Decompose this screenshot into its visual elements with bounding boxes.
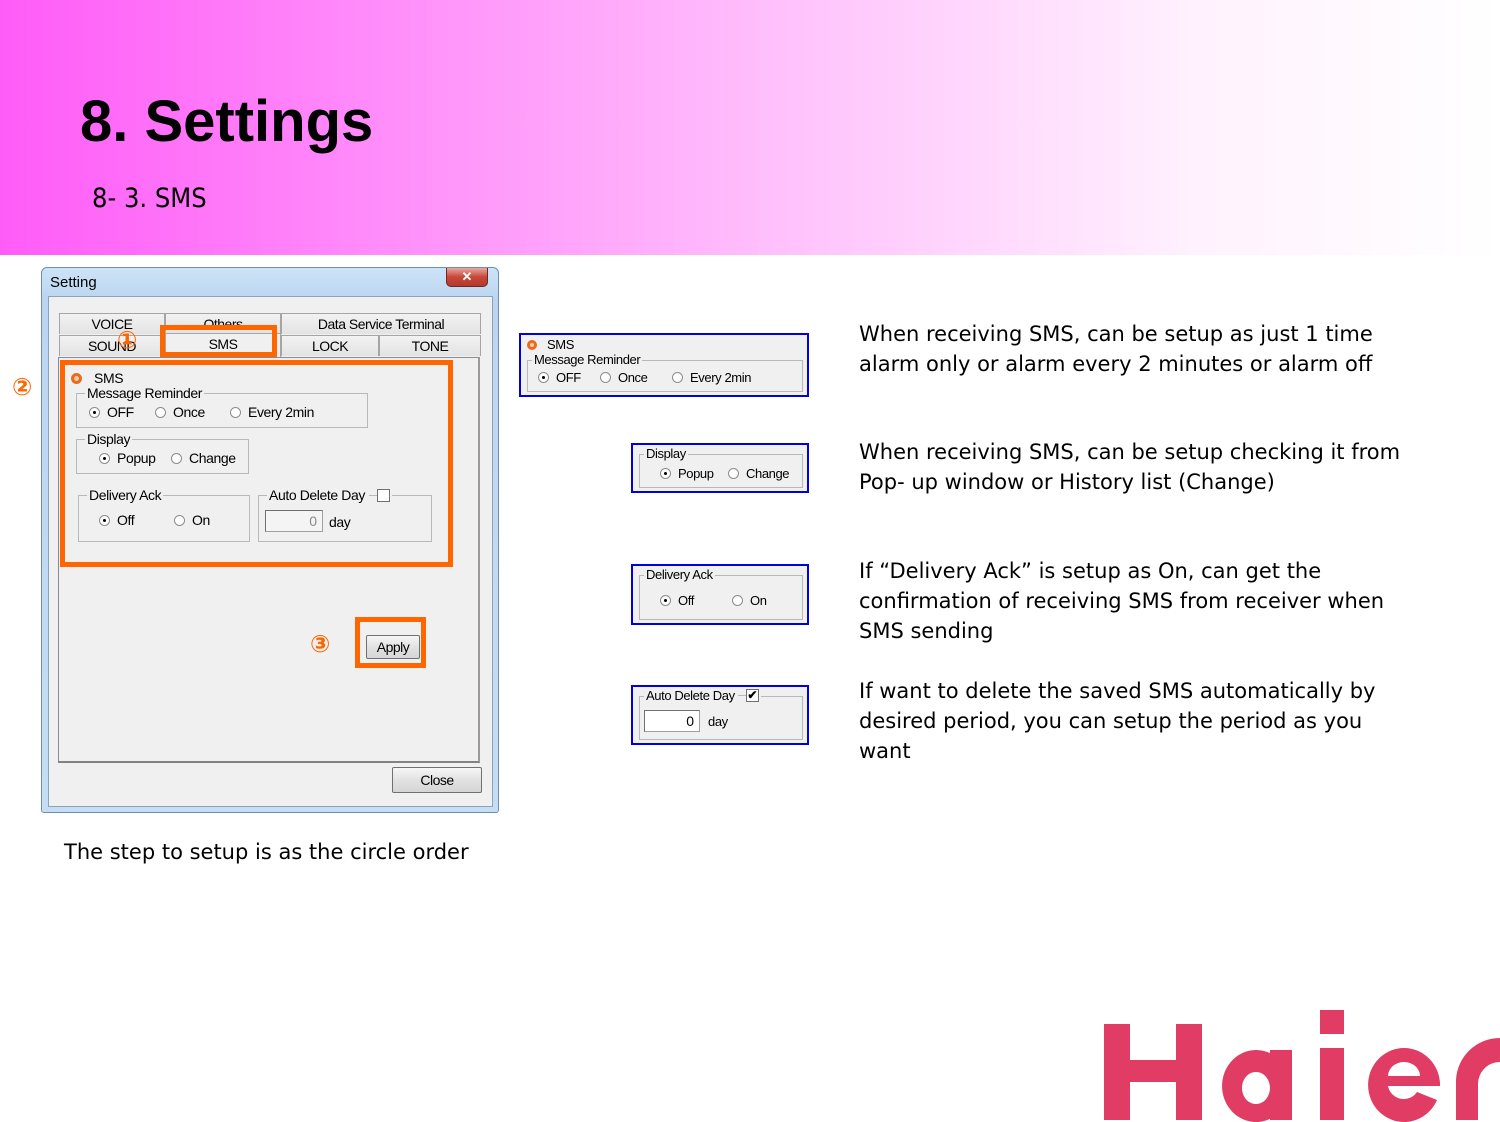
step3-marker: ③ bbox=[310, 630, 331, 658]
haier-logo bbox=[1104, 1010, 1500, 1122]
callout-reminder-off-radio[interactable]: OFF bbox=[538, 370, 581, 385]
callout-reminder-once-radio[interactable]: Once bbox=[600, 370, 648, 385]
option-label: Change bbox=[746, 466, 790, 481]
callout-delivery-ack-group: Delivery Ack Off On bbox=[639, 567, 803, 620]
callout-reminder-every2min-radio[interactable]: Every 2min bbox=[672, 370, 751, 385]
logo-a-stem bbox=[1270, 1050, 1292, 1120]
radio-icon bbox=[732, 595, 743, 606]
logo-e bbox=[1368, 1048, 1441, 1122]
slide-subtitle: 8- 3. SMS bbox=[92, 183, 207, 214]
callout-sms-text: SMS bbox=[547, 337, 574, 352]
step2-marker: ② bbox=[12, 373, 33, 401]
callout-delivery-ack-legend: Delivery Ack bbox=[644, 567, 715, 582]
step1-marker: ① bbox=[117, 326, 138, 354]
legend-line bbox=[737, 695, 746, 696]
option-label: Every 2min bbox=[690, 370, 752, 385]
radio-selected-icon bbox=[660, 595, 671, 606]
callout-display-popup-radio[interactable]: Popup bbox=[660, 466, 714, 481]
radio-selected-icon bbox=[660, 468, 671, 479]
radio-icon bbox=[728, 468, 739, 479]
callout-reminder-legend: Message Reminder bbox=[532, 352, 643, 367]
callout-message-reminder: SMS Message Reminder OFF Once Every 2min bbox=[519, 333, 809, 397]
callout-display-group: Display Popup Change bbox=[639, 446, 803, 488]
description-display: When receiving SMS, can be setup checkin… bbox=[859, 440, 1401, 494]
close-x-icon[interactable]: ✕ bbox=[446, 268, 488, 287]
callout-auto-delete-checkbox[interactable]: ✔ bbox=[745, 689, 759, 702]
option-label: Popup bbox=[678, 466, 714, 481]
step3-highlight bbox=[355, 617, 426, 668]
callout-auto-delete-group: Auto Delete Day ✔ 0 day bbox=[639, 688, 803, 740]
callout-display: Display Popup Change bbox=[631, 443, 809, 493]
callout-day-unit-label: day bbox=[708, 714, 728, 729]
setup-step-note: The step to setup is as the circle order bbox=[64, 840, 469, 864]
tab-sound[interactable]: SOUND bbox=[59, 335, 165, 356]
description-message-reminder: When receiving SMS, can be setup as just… bbox=[859, 322, 1373, 376]
callout-reminder-group: Message Reminder OFF Once Every 2min bbox=[527, 352, 803, 392]
callout-auto-delete: Auto Delete Day ✔ 0 day bbox=[631, 685, 809, 745]
callout-display-legend: Display bbox=[644, 446, 688, 461]
callout-display-change-radio[interactable]: Change bbox=[728, 466, 790, 481]
option-label: OFF bbox=[556, 370, 581, 385]
tab-data-service-terminal[interactable]: Data Service Terminal bbox=[281, 313, 481, 334]
callout-delivery-ack-on-radio[interactable]: On bbox=[732, 593, 767, 608]
slide-title: 8. Settings bbox=[80, 89, 374, 154]
step1-highlight bbox=[160, 325, 277, 357]
radio-selected-icon bbox=[538, 372, 549, 383]
option-label: On bbox=[750, 593, 767, 608]
haier-logo-shapes bbox=[1104, 1010, 1500, 1122]
callout-auto-delete-legend: Auto Delete Day ✔ bbox=[644, 688, 761, 703]
tab-tone[interactable]: TONE bbox=[379, 335, 481, 356]
option-label: Off bbox=[678, 593, 694, 608]
description-delivery-ack: If “Delivery Ack” is setup as On, can ge… bbox=[859, 559, 1385, 643]
logo-r bbox=[1456, 1038, 1500, 1120]
description-auto-delete: If want to delete the saved SMS automati… bbox=[859, 679, 1376, 763]
callout-auto-delete-day-input[interactable]: 0 bbox=[644, 710, 700, 732]
tab-lock[interactable]: LOCK bbox=[281, 335, 379, 356]
close-button[interactable]: Close bbox=[392, 767, 482, 793]
option-label: Once bbox=[618, 370, 648, 385]
step2-highlight bbox=[60, 360, 453, 567]
callout-delivery-ack: Delivery Ack Off On bbox=[631, 564, 809, 625]
sms-bullet-icon bbox=[527, 339, 537, 350]
tab-voice[interactable]: VOICE bbox=[59, 313, 165, 334]
callout-sms-label: SMS bbox=[527, 337, 574, 352]
logo-i-dot bbox=[1320, 1010, 1344, 1034]
dialog-title: Setting bbox=[50, 274, 97, 291]
slide-header: 8. Settings 8- 3. SMS bbox=[0, 0, 1500, 255]
logo-i-stem bbox=[1320, 1048, 1344, 1120]
radio-icon bbox=[600, 372, 611, 383]
logo-h-bar bbox=[1104, 1060, 1202, 1082]
radio-icon bbox=[672, 372, 683, 383]
callout-delivery-ack-off-radio[interactable]: Off bbox=[660, 593, 694, 608]
callout-auto-delete-legend-text: Auto Delete Day bbox=[646, 688, 735, 703]
